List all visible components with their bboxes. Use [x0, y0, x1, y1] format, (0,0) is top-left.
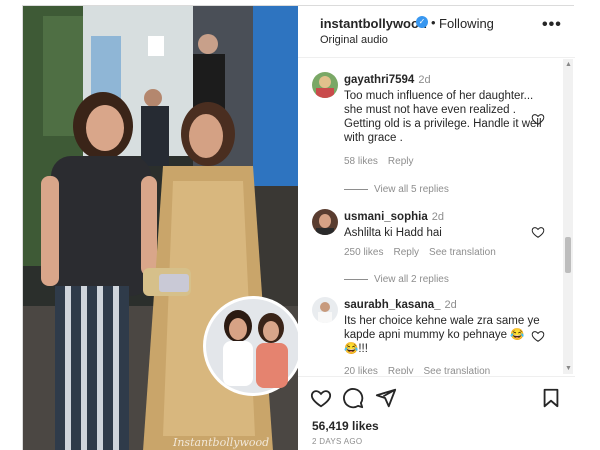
- paper-plane-icon[interactable]: [375, 387, 397, 409]
- comment-time: 2d: [431, 211, 444, 223]
- comment-username-text[interactable]: usmani_sophia: [344, 211, 428, 223]
- watermark-text: Instantbollywood: [173, 436, 270, 449]
- replies-divider-line: [344, 278, 368, 280]
- comments-list: gayathri7594 2d Too much influence of her…: [298, 59, 575, 374]
- comment-username[interactable]: gayathri7594 2d: [344, 74, 431, 86]
- post-timestamp: 2 DAYS AGO: [312, 437, 363, 446]
- see-translation-link[interactable]: See translation: [429, 247, 496, 258]
- post-header: instantbollywood ✓ • Following Original …: [298, 6, 575, 58]
- reply-button[interactable]: Reply: [388, 366, 414, 374]
- scroll-up-arrow-icon[interactable]: ▲: [565, 61, 572, 68]
- bookmark-icon[interactable]: [540, 387, 562, 409]
- comment-username-text[interactable]: gayathri7594: [344, 74, 414, 86]
- heart-icon[interactable]: [310, 387, 332, 409]
- view-replies-label[interactable]: View all 2 replies: [374, 274, 449, 285]
- following-button[interactable]: Following: [439, 16, 494, 31]
- scroll-down-arrow-icon[interactable]: ▼: [565, 365, 572, 372]
- avatar[interactable]: [312, 297, 338, 323]
- header-separator: •: [431, 15, 436, 30]
- comment-username[interactable]: usmani_sophia 2d: [344, 211, 444, 223]
- scroll-thumb[interactable]: [565, 237, 571, 273]
- see-translation-link[interactable]: See translation: [423, 366, 490, 374]
- comment-like-heart-icon[interactable]: [531, 112, 545, 126]
- post-side-panel: instantbollywood ✓ • Following Original …: [298, 6, 575, 450]
- comment-meta: 250 likes Reply See translation: [344, 247, 506, 258]
- comment-likes-count[interactable]: 20 likes: [344, 366, 378, 374]
- comment-meta: 20 likes Reply See translation: [344, 366, 500, 374]
- replies-divider-line: [344, 188, 368, 190]
- reply-button[interactable]: Reply: [393, 247, 419, 258]
- comment-likes-count[interactable]: 58 likes: [344, 156, 378, 167]
- post-image: [23, 6, 298, 450]
- comment-text: Its her choice kehne wale zra same ye ka…: [344, 315, 540, 355]
- verified-badge-icon: ✓: [416, 16, 428, 28]
- comment-time: 2d: [444, 299, 457, 311]
- comment-username[interactable]: saurabh_kasana_ 2d: [344, 299, 457, 311]
- audio-label[interactable]: Original audio: [320, 34, 388, 46]
- comment-meta: 58 likes Reply: [344, 156, 423, 167]
- post-actions-bar: 56,419 likes 2 DAYS AGO: [298, 376, 575, 450]
- comments-scrollbar[interactable]: ▲ ▼: [563, 59, 573, 374]
- comment-text: Too much influence of her daughter... sh…: [344, 90, 542, 144]
- view-replies-link[interactable]: View all 2 replies: [344, 274, 449, 285]
- comment-like-heart-icon[interactable]: [531, 329, 545, 343]
- comment-likes-count[interactable]: 250 likes: [344, 247, 383, 258]
- comment-username-text[interactable]: saurabh_kasana_: [344, 299, 441, 311]
- post-photo[interactable]: Instantbollywood: [23, 6, 298, 450]
- reply-button[interactable]: Reply: [388, 156, 414, 167]
- avatar[interactable]: [312, 209, 338, 235]
- comment-icon[interactable]: [342, 387, 364, 409]
- avatar[interactable]: [312, 72, 338, 98]
- post-likes-count[interactable]: 56,419 likes: [312, 419, 379, 433]
- comment-like-heart-icon[interactable]: [531, 225, 545, 239]
- more-options-icon[interactable]: •••: [542, 16, 562, 34]
- comment-time: 2d: [418, 74, 431, 86]
- instagram-post-modal: Instantbollywood instantbollywood ✓ • Fo…: [22, 5, 575, 450]
- comment-text: Ashlilta ki Hadd hai: [344, 227, 442, 239]
- view-replies-label[interactable]: View all 5 replies: [374, 184, 449, 195]
- post-author-username[interactable]: instantbollywood: [320, 16, 427, 31]
- view-replies-link[interactable]: View all 5 replies: [344, 184, 449, 195]
